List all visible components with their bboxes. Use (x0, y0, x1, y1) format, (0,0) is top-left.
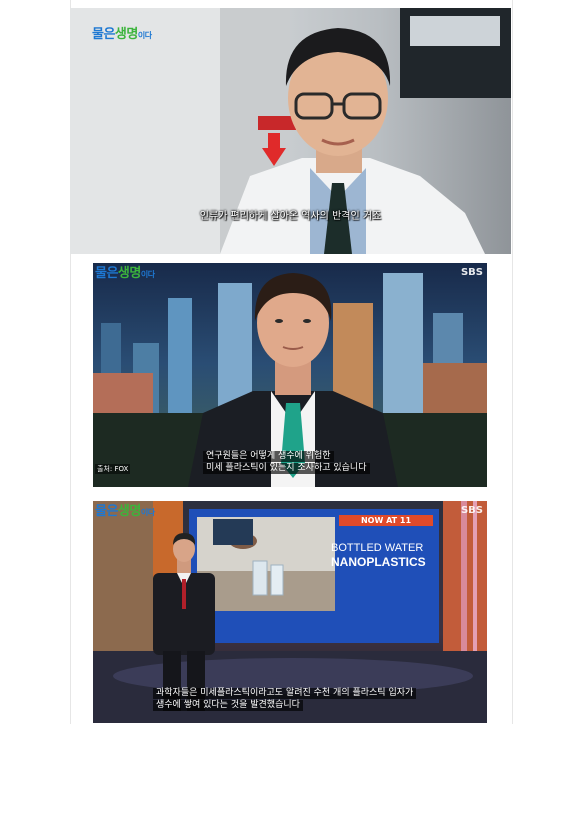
subtitle-text: 인류가 편리하게 살아온 역사의 반격인 거죠 (199, 211, 382, 222)
broadcaster-logo: SBS (460, 505, 483, 516)
subtitle-line-2: 생수에 쌓여 있다는 것을 발견했습니다 (153, 700, 303, 711)
logo-word-life: 생명 (117, 504, 141, 519)
video-frame-doctor: 물은생명이다 인류가 편리하게 살아온 역사의 반격인 거죠 (70, 8, 511, 254)
exit-sign (258, 116, 296, 130)
subtitle-line-1: 연구원들은 어떻게 생수에 위험한 (203, 451, 334, 462)
logo-word-is: 이다 (140, 270, 155, 279)
video-frame-anchor: 물은생명이다 SBS 연구원들은 어떻게 생수에 위험한 미세 플라스틱이 있는… (93, 263, 487, 487)
subtitle-line-1: 과학자들은 미세플라스틱이라고도 알려진 수천 개의 플라스틱 입자가 (153, 688, 417, 699)
subtitle-box: 연구원들은 어떻게 생수에 위험한 미세 플라스틱이 있는지 조사하고 있습니다 (203, 451, 370, 475)
subtitle-line-2: 미세 플라스틱이 있는지 조사하고 있습니다 (203, 463, 370, 474)
logo-word-water: 물은 (92, 27, 115, 42)
source-credit: 출처: FOX (95, 464, 131, 474)
broadcaster-logo: SBS (460, 267, 483, 278)
show-logo: 물은생명이다 (92, 28, 152, 41)
headline-line-1: BOTTLED WATER (331, 542, 424, 554)
headline-box: BOTTLED WATER NANOPLASTICS (331, 541, 437, 569)
subtitle-box: 인류가 편리하게 살아온 역사의 반격인 거죠 (70, 204, 511, 224)
logo-word-water: 물은 (95, 504, 118, 519)
now-at-11-badge: NOW AT 11 (339, 515, 433, 526)
logo-word-life: 생명 (114, 27, 138, 42)
headline-line-2: NANOPLASTICS (331, 555, 426, 569)
logo-word-life: 생명 (117, 266, 141, 281)
show-logo: 물은생명이다 (95, 267, 155, 280)
subtitle-box: 과학자들은 미세플라스틱이라고도 알려진 수천 개의 플라스틱 입자가 생수에 … (153, 688, 417, 712)
show-logo: 물은생명이다 (95, 505, 155, 518)
video-frame-studio: 물은생명이다 SBS NOW AT 11 BOTTLED WATER NANOP… (93, 501, 487, 723)
logo-word-water: 물은 (95, 266, 118, 281)
logo-word-is: 이다 (137, 31, 152, 40)
logo-word-is: 이다 (140, 508, 155, 517)
